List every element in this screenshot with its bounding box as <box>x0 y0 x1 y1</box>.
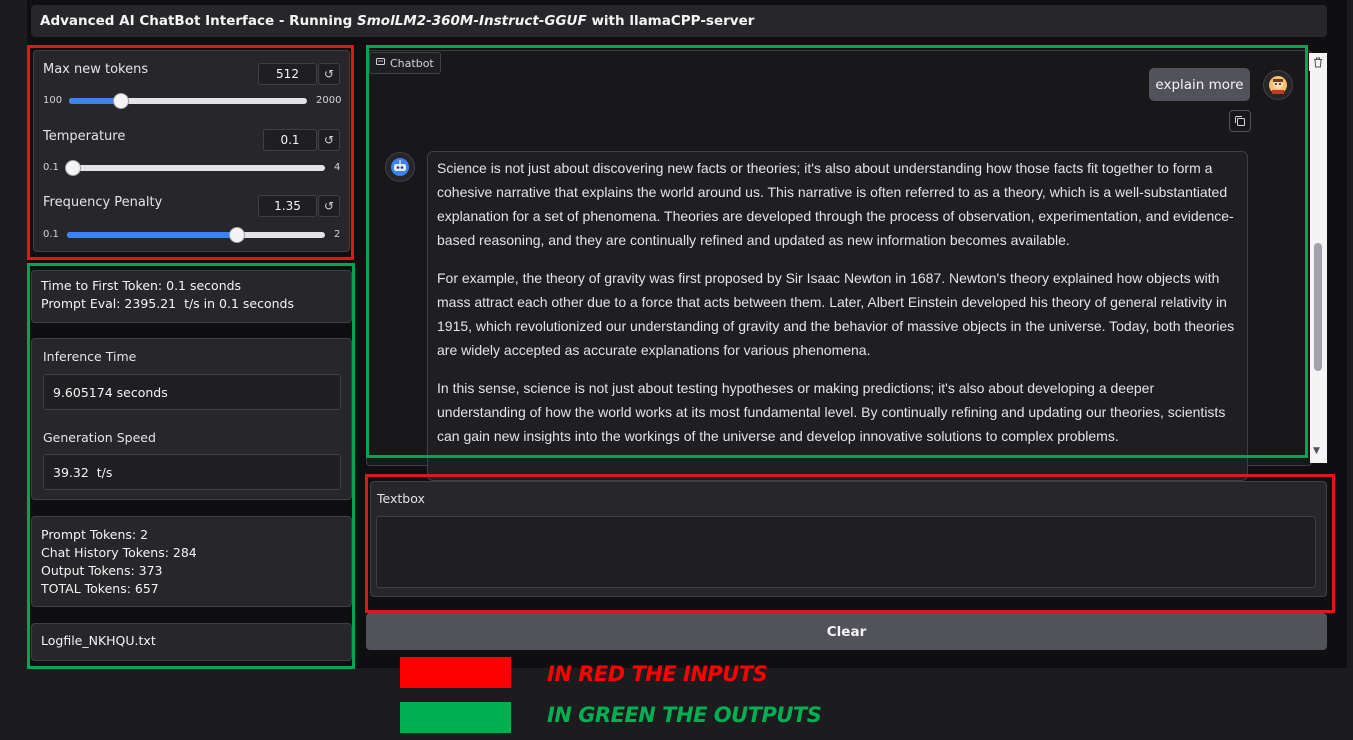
title-suffix: with llamaCPP-server <box>586 13 755 29</box>
legend-inputs-text: IN RED THE INPUTS <box>547 662 768 686</box>
page-title: Advanced AI ChatBot Interface - Running … <box>31 5 1327 37</box>
legend-outputs-text: IN GREEN THE OUTPUTS <box>547 703 822 727</box>
outputs-frame-stats <box>27 263 355 669</box>
scrollbar-thumb[interactable] <box>1314 243 1322 371</box>
outputs-frame-chat <box>366 45 1308 458</box>
clear-button[interactable]: Clear <box>366 613 1327 650</box>
title-model: SmolLM2-360M-Instruct-GGUF <box>357 13 587 29</box>
scroll-down-arrow-icon[interactable]: ▼ <box>1313 446 1320 456</box>
inputs-frame-textbox <box>365 474 1335 613</box>
inputs-frame-settings <box>27 45 354 260</box>
chat-scrollbar[interactable] <box>1310 53 1327 463</box>
legend-red-swatch <box>400 657 511 688</box>
legend-green-swatch <box>400 702 511 733</box>
trash-icon[interactable] <box>1309 53 1327 71</box>
title-prefix: Advanced AI ChatBot Interface - Running <box>40 13 357 29</box>
